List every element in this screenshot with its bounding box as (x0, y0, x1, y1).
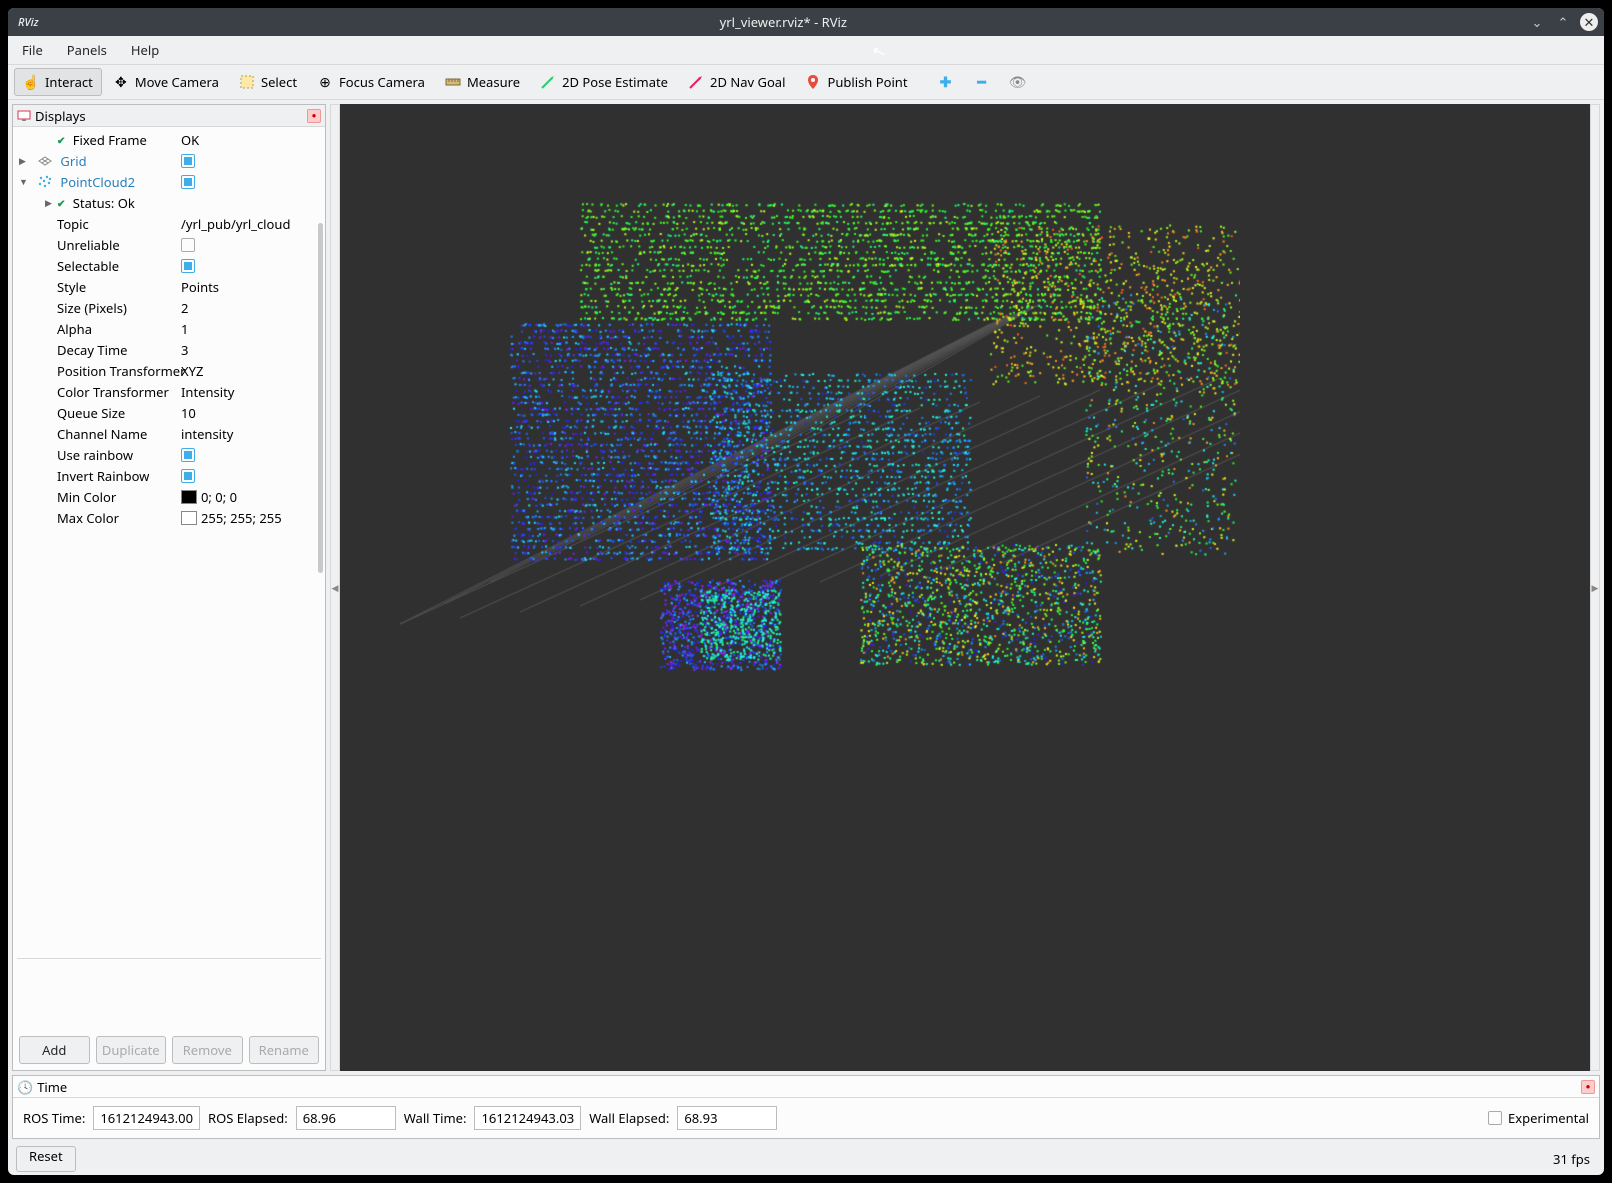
ros-time-label: ROS Time: (23, 1109, 85, 1127)
wall-elapsed-field[interactable]: 68.93 (677, 1106, 777, 1130)
displays-panel-title: Displays (35, 107, 307, 125)
menu-bar: File Panels Help (8, 36, 1604, 64)
unreliable-checkbox[interactable] (181, 238, 195, 252)
3d-viewport[interactable] (340, 104, 1590, 1071)
minimize-button[interactable]: ⌄ (1528, 13, 1546, 31)
tool-eye[interactable]: 👁 (1001, 68, 1035, 96)
time-panel-header[interactable]: 🕓 Time ● (13, 1076, 1599, 1098)
arrow-green-icon (540, 74, 556, 90)
experimental-label: Experimental (1508, 1109, 1589, 1127)
menu-file[interactable]: File (22, 41, 43, 59)
reset-button[interactable]: Reset (16, 1146, 76, 1172)
selectable-checkbox[interactable] (181, 259, 195, 273)
focus-icon: ⊕ (317, 74, 333, 90)
max-color-swatch[interactable] (181, 511, 197, 525)
arrow-pink-icon (688, 74, 704, 90)
app-window: ↖ RViz yrl_viewer.rviz* - RViz ⌄ ⌃ ✕ Fil… (8, 8, 1604, 1175)
tree-grid[interactable]: ▶ Grid (13, 150, 325, 171)
tool-nav-goal[interactable]: 2D Nav Goal (679, 68, 794, 96)
ros-elapsed-label: ROS Elapsed: (208, 1109, 288, 1127)
pin-icon (805, 74, 821, 90)
rename-button[interactable]: Rename (249, 1036, 320, 1064)
minus-icon: ━ (974, 74, 990, 90)
displays-panel-header[interactable]: Displays ● (13, 105, 325, 127)
prop-style[interactable]: Style Points (13, 276, 325, 297)
window-close-button[interactable]: ✕ (1580, 13, 1598, 31)
monitor-icon (17, 109, 31, 123)
tree-scrollbar[interactable] (318, 223, 323, 573)
app-name: RViz (18, 15, 39, 30)
prop-size[interactable]: Size (Pixels) 2 (13, 297, 325, 318)
prop-position-transformer[interactable]: Position Transformer XYZ (13, 360, 325, 381)
tool-bar: ☝ Interact ✥ Move Camera Select ⊕ Focus … (8, 64, 1604, 100)
select-icon (239, 74, 255, 90)
tool-remove[interactable]: ━ (965, 68, 999, 96)
prop-topic[interactable]: Topic /yrl_pub/yrl_cloud (13, 213, 325, 234)
remove-button[interactable]: Remove (172, 1036, 243, 1064)
pointcloud-visible-checkbox[interactable] (181, 175, 195, 189)
wall-time-label: Wall Time: (404, 1109, 467, 1127)
maximize-button[interactable]: ⌃ (1554, 13, 1572, 31)
window-title: yrl_viewer.rviz* - RViz (39, 13, 1528, 31)
displays-panel: Displays ● ✔ Fixed Frame OK ▶ Grid (12, 104, 326, 1071)
window-titlebar: RViz yrl_viewer.rviz* - RViz ⌄ ⌃ ✕ (8, 8, 1604, 36)
grid-icon (37, 153, 53, 169)
prop-invert-rainbow[interactable]: Invert Rainbow (13, 465, 325, 486)
right-panel-handle[interactable]: ▶ (1590, 104, 1600, 1071)
grid-visible-checkbox[interactable] (181, 154, 195, 168)
ruler-icon (445, 74, 461, 90)
prop-max-color[interactable]: Max Color 255; 255; 255 (13, 507, 325, 528)
fps-readout: 31 fps (1553, 1150, 1590, 1168)
prop-queue-size[interactable]: Queue Size 10 (13, 402, 325, 423)
displays-tree[interactable]: ✔ Fixed Frame OK ▶ Grid ▼ (13, 127, 325, 954)
prop-unreliable[interactable]: Unreliable (13, 234, 325, 255)
prop-use-rainbow[interactable]: Use rainbow (13, 444, 325, 465)
add-button[interactable]: Add (19, 1036, 90, 1064)
duplicate-button[interactable]: Duplicate (96, 1036, 167, 1064)
clock-icon: 🕓 (17, 1078, 33, 1096)
ros-time-field[interactable]: 1612124943.00 (93, 1106, 200, 1130)
tool-publish-point[interactable]: Publish Point (796, 68, 916, 96)
pointcloud-icon (37, 174, 53, 190)
menu-panels[interactable]: Panels (67, 41, 107, 59)
prop-color-transformer[interactable]: Color Transformer Intensity (13, 381, 325, 402)
time-panel-title: Time (37, 1078, 1581, 1096)
tool-pose-estimate[interactable]: 2D Pose Estimate (531, 68, 677, 96)
ros-elapsed-field[interactable]: 68.96 (296, 1106, 396, 1130)
prop-min-color[interactable]: Min Color 0; 0; 0 (13, 486, 325, 507)
check-icon: ✔ (57, 133, 65, 147)
tool-focus-camera[interactable]: ⊕ Focus Camera (308, 68, 434, 96)
prop-selectable[interactable]: Selectable (13, 255, 325, 276)
use-rainbow-checkbox[interactable] (181, 448, 195, 462)
tool-add[interactable]: ✚ (929, 68, 963, 96)
min-color-swatch[interactable] (181, 490, 197, 504)
wall-time-field[interactable]: 1612124943.03 (474, 1106, 581, 1130)
time-panel-close[interactable]: ● (1581, 1080, 1595, 1094)
plus-icon: ✚ (938, 74, 954, 90)
eye-icon: 👁 (1010, 74, 1026, 90)
tree-pointcloud[interactable]: ▼ PointCloud2 (13, 171, 325, 192)
description-area (17, 958, 321, 1026)
time-panel: 🕓 Time ● ROS Time: 1612124943.00 ROS Ela… (12, 1075, 1600, 1139)
displays-panel-close[interactable]: ● (307, 109, 321, 123)
status-bar: Reset 31 fps (8, 1143, 1604, 1175)
invert-rainbow-checkbox[interactable] (181, 469, 195, 483)
wall-elapsed-label: Wall Elapsed: (589, 1109, 669, 1127)
tree-fixed-frame[interactable]: ✔ Fixed Frame OK (13, 129, 325, 150)
tool-measure[interactable]: Measure (436, 68, 529, 96)
menu-help[interactable]: Help (131, 41, 159, 59)
tool-interact[interactable]: ☝ Interact (14, 68, 102, 96)
left-panel-handle[interactable]: ◀ (330, 104, 340, 1071)
prop-decay[interactable]: Decay Time 3 (13, 339, 325, 360)
experimental-checkbox[interactable] (1488, 1111, 1502, 1125)
hand-icon: ☝ (23, 74, 39, 90)
tool-move-camera[interactable]: ✥ Move Camera (104, 68, 228, 96)
check-icon: ✔ (57, 196, 65, 210)
prop-channel-name[interactable]: Channel Name intensity (13, 423, 325, 444)
prop-alpha[interactable]: Alpha 1 (13, 318, 325, 339)
tool-select[interactable]: Select (230, 68, 306, 96)
tree-status[interactable]: ▶✔ Status: Ok (13, 192, 325, 213)
move-icon: ✥ (113, 74, 129, 90)
